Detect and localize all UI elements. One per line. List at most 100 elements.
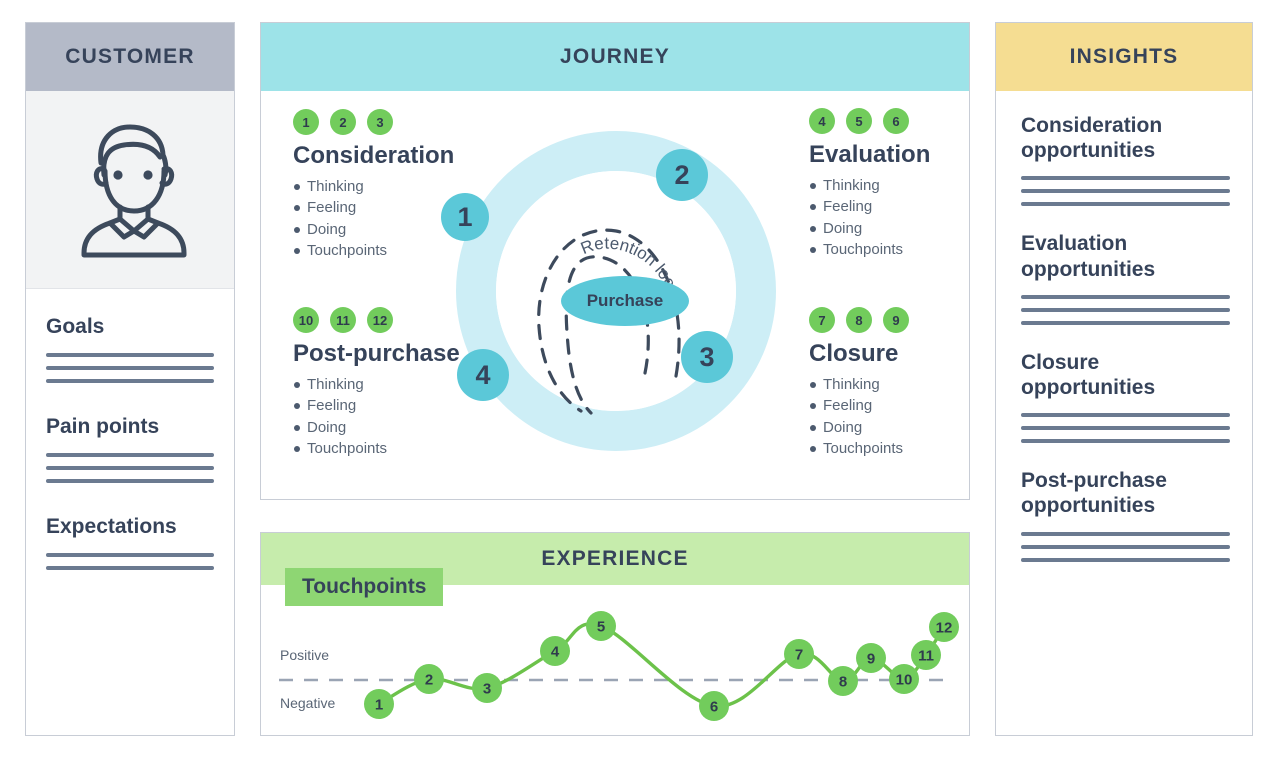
stage-title: Evaluation xyxy=(809,141,931,168)
stage-list-item: Feeling xyxy=(809,196,1024,217)
person-avatar-icon xyxy=(81,124,187,257)
stage-list-item: Thinking xyxy=(809,175,1024,196)
section-title: Goals xyxy=(46,315,105,338)
stage-list: Thinking Feeling Doing Touchpoints xyxy=(293,374,508,459)
stage-list: Thinking Feeling Doing Touchpoints xyxy=(809,175,1024,260)
journey-panel: JOURNEY Retention lo Purchase 1 2 3 4 1 … xyxy=(260,22,970,500)
stage-title: Closure xyxy=(809,340,899,367)
stage-badges: 1 2 3 xyxy=(293,109,508,135)
chart-point-label: 1 xyxy=(375,697,383,714)
customer-section-goals: Goals xyxy=(46,315,214,383)
journey-panel-title: JOURNEY xyxy=(261,23,969,91)
touchpoint-badge[interactable]: 1 xyxy=(293,109,319,135)
insight-title: Evaluation opportunities xyxy=(1021,232,1156,281)
placeholder-line xyxy=(1021,531,1230,536)
touchpoint-badge[interactable]: 9 xyxy=(883,307,909,333)
touchpoint-badge[interactable]: 12 xyxy=(367,307,393,333)
placeholder-line xyxy=(1021,294,1230,299)
touchpoint-badge[interactable]: 7 xyxy=(809,307,835,333)
chart-point-label: 2 xyxy=(425,672,433,689)
stage-list: Thinking Feeling Doing Touchpoints xyxy=(809,374,1024,459)
section-title: Expectations xyxy=(46,515,177,538)
purchase-label: Purchase xyxy=(586,291,664,310)
stage-list-item: Doing xyxy=(809,417,1024,438)
section-title: Pain points xyxy=(46,415,160,438)
placeholder-line xyxy=(46,553,214,557)
stage-badges: 10 11 12 xyxy=(293,307,508,333)
stage-post-purchase: 10 11 12 Post-purchase Thinking Feeling … xyxy=(293,307,508,459)
touchpoint-badge[interactable]: 3 xyxy=(367,109,393,135)
stage-badges: 7 8 9 xyxy=(809,307,1024,333)
stage-consideration: 1 2 3 Consideration Thinking Feeling Doi… xyxy=(293,109,508,261)
stage-list-item: Thinking xyxy=(293,176,508,197)
eye-right-icon xyxy=(143,169,153,180)
chart-point-label: 12 xyxy=(936,620,953,637)
eye-left-icon xyxy=(113,169,123,180)
placeholder-line xyxy=(1021,426,1230,431)
stage-list-item: Touchpoints xyxy=(293,438,508,459)
stage-list-item: Thinking xyxy=(809,374,1024,395)
chart-point-label: 10 xyxy=(896,672,913,689)
stage-list-item: Doing xyxy=(293,417,508,438)
insights-sections: Consideration opportunities Evaluation o… xyxy=(996,91,1252,562)
insights-panel: INSIGHTS Consideration opportunities Eva… xyxy=(995,22,1253,736)
customer-panel-title: CUSTOMER xyxy=(26,23,234,91)
placeholder-line xyxy=(46,453,214,457)
stage-list-item: Touchpoints xyxy=(809,239,1024,260)
stage-list: Thinking Feeling Doing Touchpoints xyxy=(293,176,508,261)
stage-badges: 4 5 6 xyxy=(809,108,1024,134)
stage-title: Post-purchase xyxy=(293,340,460,367)
touchpoint-badge[interactable]: 11 xyxy=(330,307,356,333)
chart-point-group: 123456789101112 xyxy=(364,611,959,721)
placeholder-line xyxy=(46,379,214,383)
stage-list-item: Touchpoints xyxy=(809,438,1024,459)
touchpoint-badge[interactable]: 5 xyxy=(846,108,872,134)
journey-map-board: CUSTOMER Goals Pain points Expectations … xyxy=(0,0,1276,758)
placeholder-line xyxy=(46,466,214,470)
placeholder-line xyxy=(46,479,214,483)
insight-section-evaluation: Evaluation opportunities xyxy=(1021,231,1230,325)
placeholder-line xyxy=(1021,202,1230,207)
stage-title: Consideration xyxy=(293,142,455,169)
stage-list-item: Thinking xyxy=(293,374,508,395)
avatar xyxy=(26,91,234,289)
journey-node-3[interactable]: 3 xyxy=(681,331,733,383)
journey-node-2[interactable]: 2 xyxy=(656,149,708,201)
touchpoint-badge[interactable]: 10 xyxy=(293,307,319,333)
touchpoint-badge[interactable]: 2 xyxy=(330,109,356,135)
journey-node-label: 2 xyxy=(674,159,690,190)
stage-list-item: Touchpoints xyxy=(293,240,508,261)
chart-point-label: 5 xyxy=(597,619,605,636)
insight-title: Consideration opportunities xyxy=(1021,114,1163,163)
touchpoint-badge[interactable]: 8 xyxy=(846,307,872,333)
journey-body: Retention loop Purchase 1 2 3 xyxy=(261,91,969,500)
experience-chart: Positive Negative 1 2 3 4 5 6 7 8 9 10 11 12 xyxy=(261,585,969,736)
customer-section-pain-points: Pain points xyxy=(46,415,214,483)
placeholder-line xyxy=(46,366,214,370)
chart-point-label: 6 xyxy=(710,699,718,716)
placeholder-line xyxy=(1021,307,1230,312)
insight-title: Post-purchase opportunities xyxy=(1021,469,1167,518)
chart-point-label: 9 xyxy=(867,651,875,668)
placeholder-line xyxy=(1021,439,1230,444)
touchpoint-badge[interactable]: 6 xyxy=(883,108,909,134)
stage-list-item: Doing xyxy=(809,218,1024,239)
insights-panel-title: INSIGHTS xyxy=(996,23,1252,91)
stage-list-item: Feeling xyxy=(293,395,508,416)
stage-evaluation: 4 5 6 Evaluation Thinking Feeling Doing … xyxy=(809,108,1024,260)
customer-sections: Goals Pain points Expectations xyxy=(26,289,234,570)
experience-panel: EXPERIENCE Touchpoints Positive Negative… xyxy=(260,532,970,736)
placeholder-line xyxy=(1021,544,1230,549)
touchpoint-badge[interactable]: 4 xyxy=(809,108,835,134)
chart-point-label: 4 xyxy=(551,644,560,661)
placeholder-line xyxy=(1021,557,1230,562)
journey-node-label: 3 xyxy=(699,341,715,372)
placeholder-line xyxy=(1021,189,1230,194)
insight-section-consideration: Consideration opportunities xyxy=(1021,113,1230,207)
stage-closure: 7 8 9 Closure Thinking Feeling Doing Tou… xyxy=(809,307,1024,459)
stage-list-item: Doing xyxy=(293,219,508,240)
customer-panel: CUSTOMER Goals Pain points Expectations xyxy=(25,22,235,736)
insight-section-closure: Closure opportunities xyxy=(1021,350,1230,444)
placeholder-line xyxy=(1021,413,1230,418)
placeholder-line xyxy=(1021,320,1230,325)
